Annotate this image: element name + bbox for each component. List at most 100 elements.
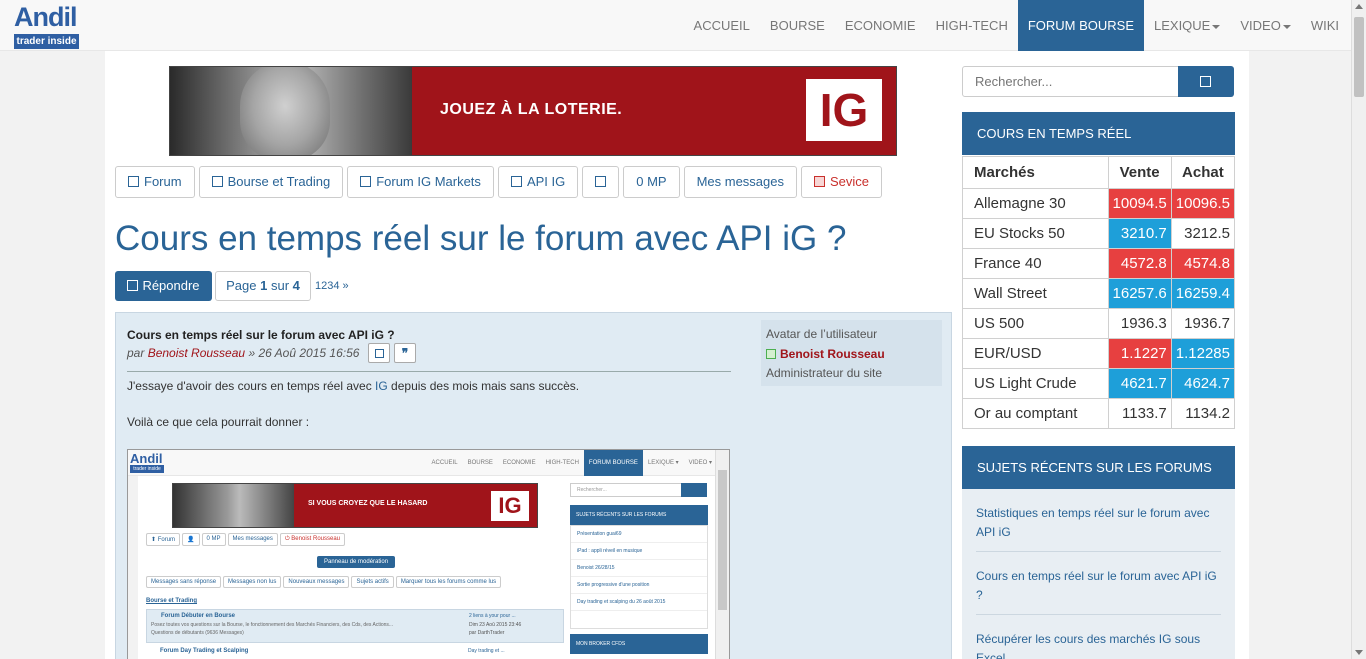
nav-item-label: FORUM BOURSE <box>1027 18 1134 33</box>
market-name: US 500 <box>962 308 1109 339</box>
logo-wordmark: Andil <box>14 2 77 32</box>
shot-forum-row: Forum Day Trading et Scalping Day tradin… <box>146 646 564 659</box>
service-button[interactable]: Sevice <box>801 166 883 198</box>
nav-item-economie[interactable]: ECONOMIE <box>835 0 926 51</box>
sell-price: 10094.5 <box>1107 188 1172 219</box>
buy-price: 3212.5 <box>1170 218 1236 249</box>
scroll-thumb[interactable] <box>1354 17 1364 97</box>
nav-item-wiki[interactable]: WIKI <box>1301 0 1351 51</box>
page-total: 4 <box>292 278 300 293</box>
sell-price: 3210.7 <box>1107 218 1172 249</box>
buy-price: 1.12285 <box>1170 338 1236 369</box>
report-button[interactable] <box>368 343 390 363</box>
reply-button[interactable]: Répondre <box>115 271 212 301</box>
shot-ad-banner: SI VOUS CROYEZ QUE LE HASARD IG <box>172 483 538 528</box>
profile-name-link[interactable]: Benoist Rousseau <box>766 347 885 361</box>
shot-topic: Sortie progressive d'une position <box>571 577 707 594</box>
folder-icon <box>360 176 372 187</box>
shot-btn: Mes messages <box>227 533 278 546</box>
nav-item-label: WIKI <box>1310 18 1339 33</box>
topic-link[interactable]: Cours en temps réel sur le forum avec AP… <box>976 552 1221 615</box>
folder-icon <box>510 176 522 187</box>
shot-row-last-title: 2 liens à your pour ... <box>469 613 516 619</box>
post-title[interactable]: Cours en temps réel sur le forum avec AP… <box>127 328 395 342</box>
user-icon <box>595 176 607 187</box>
shot-topic-list: Présentation guai69 iPad : appli réveil … <box>570 525 708 629</box>
shot-topic: iPad : appli réveil en musique <box>571 543 707 560</box>
shot-row-last-date: Dim 23 Aoû 2015 23:46 <box>469 622 522 628</box>
shot-topic: Présentation guai69 <box>571 526 707 543</box>
bourse-trading-label: Bourse et Trading <box>227 174 331 189</box>
market-name: Allemagne 30 <box>962 188 1109 219</box>
forum-button[interactable]: Forum <box>115 166 195 198</box>
nav-item-lexique[interactable]: LEXIQUE <box>1144 0 1230 51</box>
shot-gutter <box>128 476 138 659</box>
search-button[interactable] <box>1178 66 1234 97</box>
scroll-up-icon[interactable] <box>1355 4 1363 9</box>
post-date: » 26 Aoû 2015 16:56 <box>248 346 360 360</box>
nav-item-bourse[interactable]: BOURSE <box>760 0 835 51</box>
recent-topics-list: Statistiques en temps réel sur le forum … <box>962 489 1235 659</box>
topic-link[interactable]: Statistiques en temps réel sur le forum … <box>976 489 1221 552</box>
nav-item-video[interactable]: VIDEO <box>1230 0 1300 51</box>
table-row: US Light Crude 4621.7 4624.7 <box>962 368 1236 399</box>
nav-item-accueil[interactable]: ACCUEIL <box>684 0 760 51</box>
quotes-table: Marchés Vente Achat Allemagne 30 10094.5 1… <box>962 156 1236 429</box>
search-icon <box>1200 76 1211 87</box>
shot-row-title: Forum Débuter en Bourse <box>161 613 236 619</box>
page-prefix: Page <box>226 278 257 293</box>
shot-search: Rechercher... <box>570 483 682 497</box>
nav-item-forum-bourse[interactable]: FORUM BOURSE <box>1017 0 1144 51</box>
ad-slogan: JOUEZ À LA LOTERIE. <box>440 101 623 118</box>
search-input[interactable] <box>962 66 1179 97</box>
shot-ad-slogan: SI VOUS CROYEZ QUE LE HASARD <box>308 500 428 507</box>
post-text-after: depuis des mois mais sans succès. <box>387 379 580 393</box>
sell-price: 16257.6 <box>1107 278 1172 309</box>
private-messages-button[interactable]: 0 MP <box>623 166 680 198</box>
shot-toolbar: ⬆ Forum 👤 0 MP Mes messages ⏻ Benoist Ro… <box>146 533 346 546</box>
page-of: sur <box>270 278 290 293</box>
nav-item-label: BOURSE <box>769 18 825 33</box>
scroll-down-icon[interactable] <box>1355 650 1363 655</box>
profile-rank: Administrateur du site <box>766 366 883 380</box>
shot-filter: Sujets actifs <box>351 576 394 588</box>
table-row: EUR/USD 1.1227 1.12285 <box>962 338 1236 369</box>
buy-price: 4574.8 <box>1170 248 1236 279</box>
ad-banner[interactable]: JOUEZ À LA LOTERIE. IG <box>169 66 897 156</box>
api-ig-button[interactable]: API IG <box>497 166 579 198</box>
market-name: Wall Street <box>962 278 1109 309</box>
forum-icon <box>128 176 139 187</box>
shot-row-last-author: par DarthTrader <box>469 630 505 636</box>
shot-nav: ACCUEIL BOURSE ECONOMIE HIGH-TECH FORUM … <box>427 450 717 476</box>
embedded-screenshot-image: Andil trader inside ACCUEIL BOURSE ECONO… <box>127 449 730 659</box>
site-logo[interactable]: Andil trader inside <box>14 2 80 49</box>
nav-item-label: ECONOMIE <box>844 18 916 33</box>
shot-ad-red: SI VOUS CROYEZ QUE LE HASARD IG <box>294 484 537 527</box>
bourse-trading-button[interactable]: Bourse et Trading <box>198 166 344 198</box>
post-by: par <box>127 346 145 360</box>
forum-ig-markets-button[interactable]: Forum IG Markets <box>347 166 494 198</box>
page-indicator[interactable]: Page 1 sur 4 <box>215 271 311 301</box>
post-author-link[interactable]: Benoist Rousseau <box>148 346 245 360</box>
shot-panel-title: SUJETS RÉCENTS SUR LES FORUMS <box>570 505 708 525</box>
nav-item-high-tech[interactable]: HIGH-TECH <box>926 0 1018 51</box>
quote-button[interactable]: ❞ <box>394 343 416 363</box>
shot-logo-tag: trader inside <box>130 465 164 473</box>
buy-price: 10096.5 <box>1170 188 1236 219</box>
shot-nav-item: HIGH-TECH <box>545 460 579 466</box>
user-profile-button[interactable] <box>582 166 620 198</box>
page-gutter-left <box>0 51 105 659</box>
market-name: France 40 <box>962 248 1109 279</box>
post-divider <box>127 371 731 372</box>
chevron-down-icon <box>1212 24 1221 29</box>
page-scrollbar[interactable] <box>1351 0 1366 659</box>
nav-item-label: HIGH-TECH <box>935 18 1008 33</box>
topic-link[interactable]: Récupérer les cours des marchés IG sous … <box>976 615 1221 659</box>
ig-link[interactable]: IG <box>375 379 388 393</box>
report-icon <box>374 349 384 358</box>
forum-button-label: Forum <box>144 174 182 189</box>
page-links[interactable]: 1234 » <box>315 280 349 292</box>
shot-filter: Nouveaux messages <box>283 576 350 588</box>
my-messages-button[interactable]: Mes messages <box>683 166 797 198</box>
col-header-market: Marchés <box>962 156 1109 189</box>
